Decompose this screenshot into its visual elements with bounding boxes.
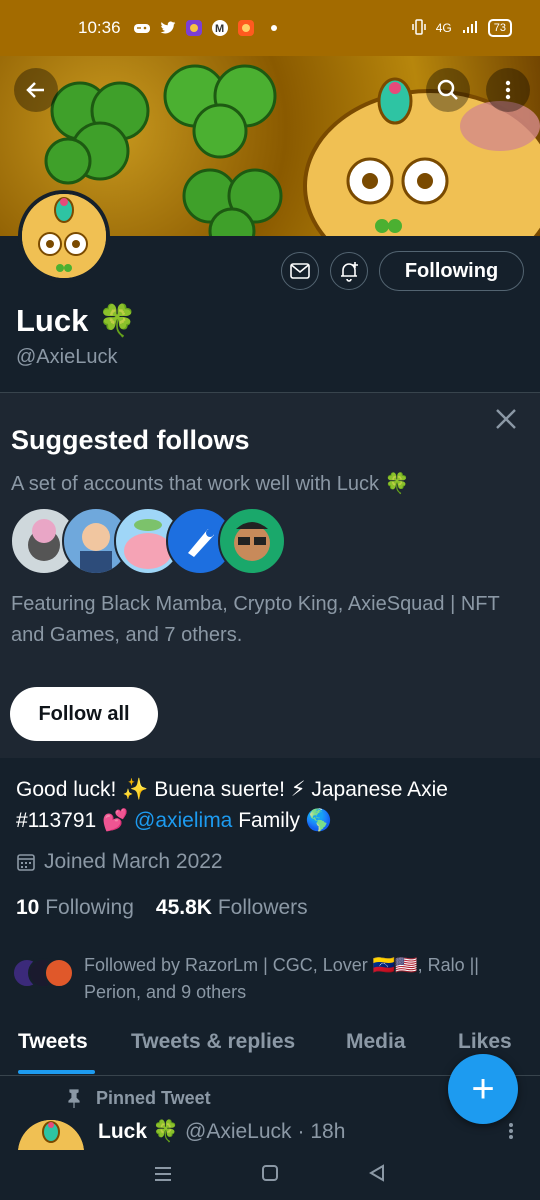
home-button[interactable] [261,1162,279,1188]
followed-by-text: Followed by RazorLm | CGC, Lover 🇻🇪🇺🇸, R… [84,955,479,1002]
more-options-button[interactable] [486,68,530,112]
profile-name-text: Luck [16,302,89,338]
pin-icon [68,1088,80,1108]
profile-bio: Good luck! ✨ Buena suerte! ⚡ Japanese Ax… [16,774,526,836]
vibrate-icon [411,18,426,38]
signal-label: 4G [435,21,452,35]
notification-icons: M [133,19,277,37]
app-icon-purple [185,19,203,37]
tweet-more-button[interactable] [508,1122,514,1146]
followers-count: 45.8K [155,896,212,919]
profile-handle: @AxieLuck [16,346,118,368]
twitter-bird-icon [159,19,177,37]
tweet-time: · 18h [297,1120,346,1143]
suggested-follows-card: Suggested follows A set of accounts that… [0,392,540,758]
back-triangle-icon [368,1164,384,1182]
recent-apps-button[interactable] [154,1162,172,1188]
notifications-button[interactable] [330,252,368,290]
dismiss-suggested-button[interactable] [494,407,518,431]
app-icon-m: M [211,19,229,37]
gamepad-icon [133,19,151,37]
message-button[interactable] [281,252,319,290]
tab-media[interactable]: Media [346,1030,406,1054]
suggested-avatar-5 [218,507,286,575]
suggested-follows-subtitle: A set of accounts that work well with Lu… [11,473,410,495]
system-navigation-bar [0,1150,540,1200]
joined-text: Joined March 2022 [44,850,223,873]
following-count: 10 [16,896,40,919]
clover-illustration-3 [182,168,283,236]
follow-all-button[interactable]: Follow all [10,687,158,741]
svg-text:M: M [215,23,224,35]
tweet-author-name[interactable]: Luck 🍀 [98,1120,179,1144]
tab-tweets-replies[interactable]: Tweets & replies [131,1030,295,1054]
tab-tweets[interactable]: Tweets [18,1030,88,1054]
follow-counts: 10 Following 45.8K Followers [16,896,308,920]
more-vertical-icon [509,1123,513,1139]
more-vertical-icon [505,80,511,100]
axie-avatar-image [22,194,106,278]
battery-indicator: 73 [487,19,512,37]
search-icon [437,79,458,100]
pinned-tweet-text: Pinned Tweet [96,1088,211,1108]
tweet-author-handle: @AxieLuck [185,1120,292,1143]
signal-icon [462,20,478,37]
search-button[interactable] [426,68,470,112]
following-button[interactable]: Following [379,251,524,291]
status-bar: 10:36 M 4G 73 [0,0,540,56]
app-icon-orange [237,19,255,37]
calendar-icon [17,854,35,871]
more-notifications-dot [270,25,277,31]
status-time: 10:36 [78,18,121,37]
followers-label: Followers [217,896,308,919]
active-tab-indicator [18,1070,95,1074]
bell-plus-icon [341,262,358,282]
profile-name: Luck 🍀 [16,302,137,339]
status-right: 4G 73 [411,18,512,38]
pinned-tweet-label: Pinned Tweet [66,1088,211,1109]
close-icon [496,409,516,429]
suggested-follows-title: Suggested follows [11,425,250,455]
tweet-header: Luck 🍀 @AxieLuck · 18h [98,1120,345,1144]
clover-emoji: 🍀 [98,303,137,338]
following-count-link[interactable]: 10 Following [16,896,134,920]
followed-by-avatars [12,958,74,992]
follower-avatar-3 [44,958,74,988]
back-nav-button[interactable] [368,1162,386,1188]
bio-text-suffix: Family 🌎 [232,809,333,832]
tab-likes[interactable]: Likes [458,1030,512,1054]
joined-date: Joined March 2022 [16,850,223,874]
compose-tweet-button[interactable]: + [448,1054,518,1124]
followed-by[interactable]: Followed by RazorLm | CGC, Lover 🇻🇪🇺🇸, R… [12,952,532,1006]
bio-mention-link[interactable]: @axielima [134,809,232,832]
menu-lines-icon [155,1167,172,1181]
clover-illustration-2 [163,64,277,159]
mail-icon [290,263,310,279]
suggested-avatars[interactable] [10,507,290,575]
plus-icon: + [471,1066,495,1111]
profile-avatar[interactable] [18,190,110,282]
back-button[interactable] [14,68,58,112]
back-arrow-icon [26,82,44,98]
following-label: Following [45,896,134,919]
followers-count-link[interactable]: 45.8K Followers [156,896,308,920]
suggested-featuring-text: Featuring Black Mamba, Crypto King, Axie… [11,593,500,646]
home-square-icon [261,1165,278,1181]
